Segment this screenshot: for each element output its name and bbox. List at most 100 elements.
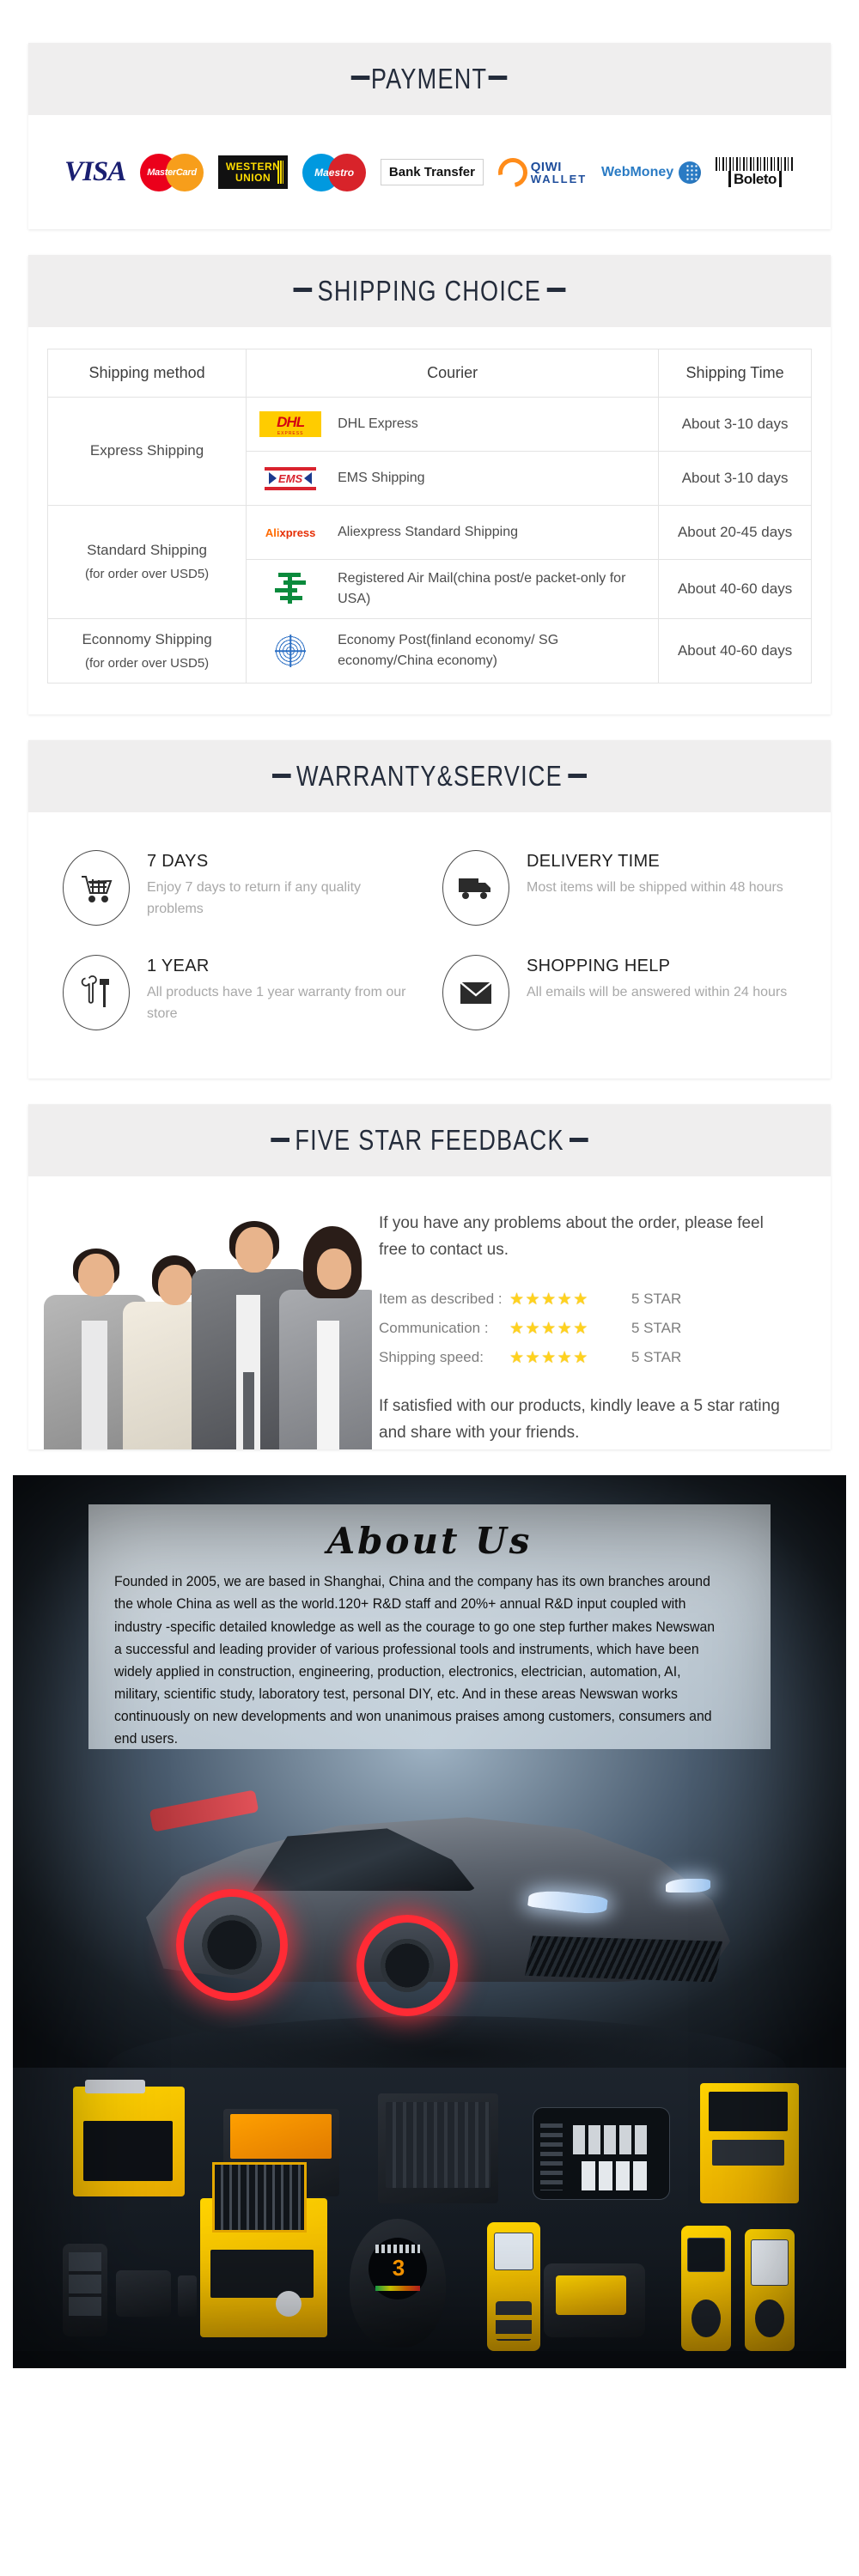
product-obd-adapter xyxy=(178,2275,197,2318)
united-nations-logo xyxy=(257,633,324,670)
product-hud-display xyxy=(533,2107,670,2201)
cell-courier: EMS EMS Shipping xyxy=(246,451,660,506)
mastercard-label: MasterCard xyxy=(147,167,197,178)
product-injector-tester xyxy=(200,2162,327,2338)
warranty-title-wrap: WARRANTY&SERVICE xyxy=(267,760,593,793)
method-subtext: (for order over USD5) xyxy=(84,655,210,671)
cell-shipping-time: About 20-45 days xyxy=(658,505,812,560)
barcode-icon xyxy=(715,156,795,171)
rating-row-communication: Communication : ★★★★★ 5 STAR xyxy=(379,1319,793,1339)
business-team-photo xyxy=(28,1176,372,1450)
feedback-ratings-list: Item as described : ★★★★★ 5 STAR Communi… xyxy=(379,1290,793,1368)
product-injector-cleaner-top xyxy=(700,2083,799,2204)
rating-stars: ★★★★★ xyxy=(509,1348,589,1367)
aliexpress-logo-text-b: xpress xyxy=(279,526,316,539)
rating-label: Communication : xyxy=(379,1320,489,1337)
boleto-logo: Boleto xyxy=(715,156,795,188)
method-name: Econnomy Shipping xyxy=(82,631,212,647)
table-row: Express Shipping DHL EXPRESS DHL Express xyxy=(46,397,812,506)
about-us-text-panel: About Us Founded in 2005, we are based i… xyxy=(88,1504,771,1750)
table-header-row: Shipping method Courier Shipping Time xyxy=(46,349,812,398)
warranty-item-shopping-help: SHOPPING HELP All emails will be answere… xyxy=(442,955,796,1031)
payment-section: PAYMENT VISA MasterCard WESTERN UNION Ma… xyxy=(28,43,831,229)
cell-shipping-time: About 40-60 days xyxy=(658,617,812,684)
cell-shipping-method: Express Shipping xyxy=(46,397,247,506)
warranty-item-desc: Enjoy 7 days to return if any quality pr… xyxy=(147,880,362,917)
car-front-grille xyxy=(525,1935,722,1983)
webmoney-logo: WebMoney xyxy=(601,161,702,184)
dash-right-icon xyxy=(489,76,508,81)
rating-row-item-as-described: Item as described : ★★★★★ 5 STAR xyxy=(379,1290,793,1309)
dash-left-icon xyxy=(293,288,313,293)
rating-stars: ★★★★★ xyxy=(509,1290,589,1309)
courier-name: DHL Express xyxy=(338,416,418,431)
feedback-section: FIVE STAR FEEDBACK If you have any probl… xyxy=(28,1104,831,1450)
payment-method-webmoney: WebMoney xyxy=(601,161,702,184)
qiwi-label-top: QIWI xyxy=(530,159,562,174)
courier-name: Economy Post(finland economy/ SG economy… xyxy=(338,633,559,669)
product-battery-tester-black xyxy=(544,2263,645,2338)
payment-logo-row: VISA MasterCard WESTERN UNION Maestro Ba… xyxy=(28,115,831,229)
bank-transfer-logo: Bank Transfer xyxy=(380,159,484,185)
qiwi-wallet-logo: QIWI WALLET xyxy=(492,151,587,193)
shipping-table: Shipping method Courier Shipping Time Ex… xyxy=(46,349,812,684)
payment-method-visa: VISA xyxy=(64,156,126,188)
dhl-logo: DHL EXPRESS xyxy=(257,406,324,442)
aliexpress-logo: Alixpress xyxy=(257,514,324,550)
qiwi-text: QIWI WALLET xyxy=(531,161,587,185)
maestro-label: Maestro xyxy=(314,166,355,179)
webmoney-globe-icon xyxy=(679,161,702,184)
warranty-item-title: SHOPPING HELP xyxy=(527,957,671,976)
payment-method-qiwi: QIWI WALLET xyxy=(492,151,587,193)
column-header-courier: Courier xyxy=(246,349,660,398)
product-battery-tester-yellow xyxy=(745,2229,795,2352)
product-circuit-tester xyxy=(487,2222,540,2352)
rating-stars: ★★★★★ xyxy=(509,1319,589,1338)
cell-courier: Alixpress Aliexpress Standard Shipping xyxy=(246,505,660,560)
rating-label: Shipping speed: xyxy=(379,1349,484,1366)
warranty-item-1-year: 1 YEAR All products have 1 year warranty… xyxy=(63,955,417,1031)
payment-method-maestro: Maestro xyxy=(302,153,367,191)
payment-title-wrap: PAYMENT xyxy=(350,63,509,95)
warranty-item-desc: All emails will be answered within 24 ho… xyxy=(527,985,788,1000)
warranty-item-desc: All products have 1 year warranty from o… xyxy=(147,985,406,1022)
cell-shipping-time: About 3-10 days xyxy=(658,451,812,506)
dash-left-icon xyxy=(351,76,370,81)
cell-shipping-time: About 40-60 days xyxy=(658,559,812,619)
product-description-page: PAYMENT VISA MasterCard WESTERN UNION Ma… xyxy=(0,43,859,2369)
western-union-bars-icon xyxy=(277,160,284,185)
shipping-table-wrap: Shipping method Courier Shipping Time Ex… xyxy=(28,327,831,714)
warranty-item-delivery-time: DELIVERY TIME Most items will be shipped… xyxy=(442,850,796,927)
feedback-footer-text: If satisfied with our products, kindly l… xyxy=(379,1396,780,1442)
warranty-item-desc: Most items will be shipped within 48 hou… xyxy=(527,880,783,896)
product-obd-code-reader xyxy=(681,2226,731,2352)
western-union-logo: WESTERN UNION xyxy=(217,155,289,190)
china-post-logo xyxy=(257,571,324,607)
shipping-title-wrap: SHIPPING CHOICE xyxy=(288,275,570,307)
product-tool-case xyxy=(378,2093,498,2204)
dash-left-icon xyxy=(271,1137,289,1142)
product-hud-gauge: 3 xyxy=(350,2219,446,2348)
aliexpress-logo-text-a: Ali xyxy=(265,526,280,539)
product-lineup-image: 3 xyxy=(13,2068,846,2352)
about-us-title: About Us xyxy=(326,1520,533,1563)
courier-name: Aliexpress Standard Shipping xyxy=(338,525,519,539)
shipping-section-header: SHIPPING CHOICE xyxy=(28,255,831,327)
payment-method-boleto: Boleto xyxy=(715,156,795,188)
rating-label: Item as described : xyxy=(379,1291,503,1308)
courier-name: Registered Air Mail(china post/e packet-… xyxy=(338,571,626,606)
feedback-lead-text: If you have any problems about the order… xyxy=(379,1214,764,1260)
delivery-truck-icon xyxy=(442,850,509,927)
warranty-section: WARRANTY&SERVICE 7 DAYS Enjoy 7 days to … xyxy=(28,740,831,1079)
rating-value: 5 STAR xyxy=(631,1320,682,1337)
dash-right-icon xyxy=(568,773,587,778)
shipping-title: SHIPPING CHOICE xyxy=(317,275,542,307)
dhl-logo-subtext: EXPRESS xyxy=(277,431,304,436)
qiwi-q-icon xyxy=(492,151,533,193)
ems-logo-text: EMS xyxy=(278,471,303,485)
envelope-icon xyxy=(442,955,509,1031)
cell-shipping-method: Econnomy Shipping (for order over USD5) xyxy=(46,617,247,684)
column-header-time: Shipping Time xyxy=(658,349,812,398)
car-headlight-right xyxy=(666,1879,710,1893)
maestro-logo: Maestro xyxy=(302,153,367,191)
